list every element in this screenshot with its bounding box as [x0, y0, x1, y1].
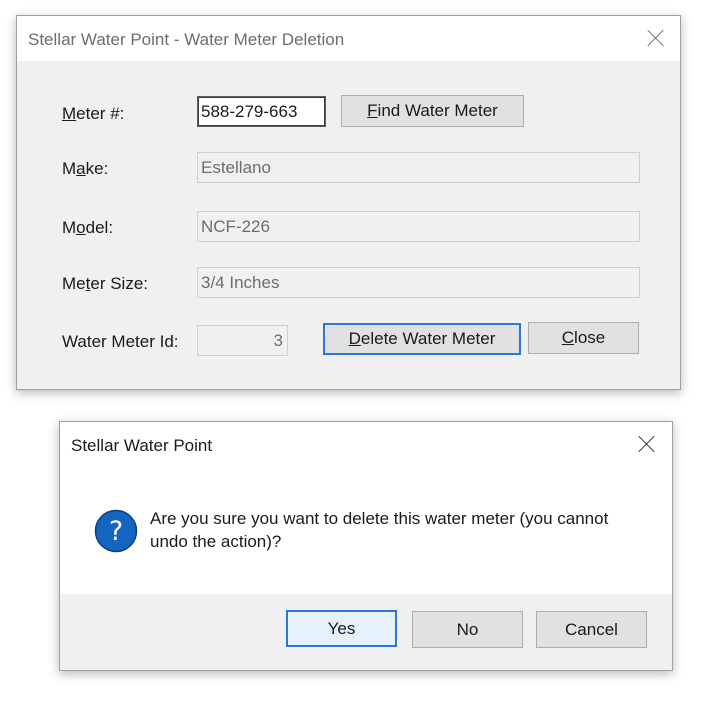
dialog-title: Stellar Water Point: [71, 436, 213, 455]
close-icon[interactable]: [646, 28, 666, 48]
dialog-close-icon[interactable]: [637, 434, 657, 454]
find-water-meter-button[interactable]: Find Water Meter: [341, 95, 524, 127]
make-label: Make:: [62, 159, 109, 178]
question-icon: ?: [94, 509, 138, 553]
meter-number-label: Meter #:: [62, 104, 125, 123]
meter-number-input[interactable]: 588-279-663: [197, 96, 326, 127]
yes-button[interactable]: Yes: [286, 610, 397, 647]
water-meter-id-value: 3: [273, 330, 283, 350]
delete-water-meter-button[interactable]: Delete Water Meter: [323, 323, 521, 355]
dialog-message-line1: Are you sure you want to delete this wat…: [150, 509, 609, 528]
cancel-button[interactable]: Cancel: [536, 611, 647, 648]
meter-size-field[interactable]: 3/4 Inches: [197, 267, 640, 298]
svg-text:?: ?: [109, 516, 123, 547]
cancel-button-label: Cancel: [565, 619, 618, 639]
window-title: Stellar Water Point - Water Meter Deleti…: [28, 30, 345, 49]
find-water-meter-label: Find Water Meter: [367, 101, 498, 120]
meter-number-value: 588-279-663: [201, 101, 298, 121]
water-meter-id-field[interactable]: 3: [197, 325, 288, 356]
dialog-title-bar[interactable]: Stellar Water Point: [60, 422, 672, 468]
model-value: NCF-226: [201, 216, 270, 236]
meter-size-value: 3/4 Inches: [201, 272, 280, 292]
no-button-label: No: [456, 619, 479, 639]
no-button[interactable]: No: [412, 611, 523, 648]
water-meter-deletion-window: Stellar Water Point - Water Meter Deleti…: [16, 15, 681, 390]
dialog-button-bar: Yes No Cancel: [60, 594, 672, 670]
model-field[interactable]: NCF-226: [197, 211, 640, 242]
title-bar[interactable]: Stellar Water Point - Water Meter Deleti…: [17, 16, 680, 61]
yes-button-label: Yes: [327, 618, 356, 638]
water-meter-id-label: Water Meter Id:: [62, 332, 179, 351]
model-label: Model:: [62, 218, 114, 237]
meter-size-label: Meter Size:: [62, 274, 148, 293]
make-value: Estellano: [201, 157, 271, 177]
confirm-delete-dialog: Stellar Water Point ? Are you sure you w…: [59, 421, 673, 671]
close-button[interactable]: Close: [528, 322, 639, 354]
close-button-label: Close: [561, 328, 606, 347]
dialog-message-line2: undo the action)?: [150, 532, 282, 551]
make-field[interactable]: Estellano: [197, 152, 640, 183]
dialog-message: Are you sure you want to delete this wat…: [150, 507, 650, 553]
delete-water-meter-label: Delete Water Meter: [348, 329, 496, 348]
